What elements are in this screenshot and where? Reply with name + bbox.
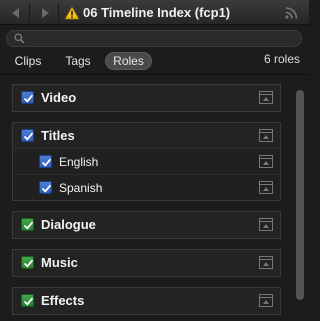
search-input[interactable] [29, 31, 289, 46]
role-menu-icon[interactable] [259, 129, 273, 142]
roles-count: 6 roles [263, 52, 300, 66]
signal-icon[interactable] [285, 6, 299, 19]
scrollbar[interactable] [296, 80, 305, 316]
role-checkbox-titles[interactable] [21, 129, 34, 142]
checkmark-icon [23, 221, 34, 230]
role-label-effects: Effects [41, 293, 85, 308]
title-bar: 06 Timeline Index (fcp1) [0, 0, 309, 25]
role-menu-icon[interactable] [259, 294, 273, 307]
role-checkbox-music[interactable] [21, 256, 34, 269]
role-checkbox-effects[interactable] [21, 294, 34, 307]
subrole-row-english[interactable]: English [13, 148, 280, 174]
role-group-titles: Titles English Spanish [12, 122, 281, 201]
scrollbar-thumb[interactable] [296, 90, 304, 300]
window-title: 06 Timeline Index (fcp1) [64, 4, 230, 21]
role-row-dialogue[interactable]: Dialogue [13, 212, 280, 238]
subrole-row-spanish[interactable]: Spanish [13, 174, 280, 200]
tab-clips[interactable]: Clips [8, 52, 48, 70]
window-title-text: 06 Timeline Index (fcp1) [83, 5, 231, 20]
checkmark-icon [23, 132, 34, 141]
tab-roles[interactable]: Roles [105, 52, 152, 70]
subrole-checkbox-english[interactable] [39, 155, 52, 168]
search-icon [14, 33, 25, 44]
subrole-menu-icon[interactable] [259, 155, 273, 168]
role-checkbox-video[interactable] [21, 91, 34, 104]
search-field[interactable] [6, 30, 302, 47]
role-menu-icon[interactable] [259, 91, 273, 104]
tab-bar: Clips Tags Roles [0, 51, 309, 71]
role-checkbox-dialogue[interactable] [21, 218, 34, 231]
subrole-menu-icon[interactable] [259, 181, 273, 194]
role-label-video: Video [41, 90, 77, 105]
subrole-label-spanish: Spanish [59, 181, 103, 195]
role-row-video[interactable]: Video [13, 85, 280, 111]
checkmark-icon [41, 158, 52, 167]
tab-tags[interactable]: Tags [58, 52, 98, 70]
role-group-effects: Effects [12, 287, 281, 315]
forward-arrow-icon [42, 7, 49, 18]
subrole-checkbox-spanish[interactable] [39, 181, 52, 194]
role-group-video: Video [12, 84, 281, 112]
role-label-dialogue: Dialogue [41, 217, 96, 232]
back-arrow-icon [12, 7, 19, 18]
role-menu-icon[interactable] [259, 256, 273, 269]
checkmark-icon [41, 184, 52, 193]
role-row-music[interactable]: Music [13, 250, 280, 276]
role-row-effects[interactable]: Effects [13, 288, 280, 314]
forward-button[interactable] [32, 3, 59, 22]
role-row-titles[interactable]: Titles [13, 123, 280, 149]
roles-list: Video Titles English Spanish Dialogue Mu… [0, 75, 309, 321]
checkmark-icon [23, 297, 34, 306]
role-label-music: Music [41, 255, 78, 270]
checkmark-icon [23, 94, 34, 103]
subrole-label-english: English [59, 155, 99, 169]
role-label-titles: Titles [41, 128, 75, 143]
warning-icon [64, 5, 80, 19]
back-button[interactable] [3, 3, 30, 22]
checkmark-icon [23, 259, 34, 268]
role-group-music: Music [12, 249, 281, 277]
role-group-dialogue: Dialogue [12, 211, 281, 239]
role-menu-icon[interactable] [259, 218, 273, 231]
